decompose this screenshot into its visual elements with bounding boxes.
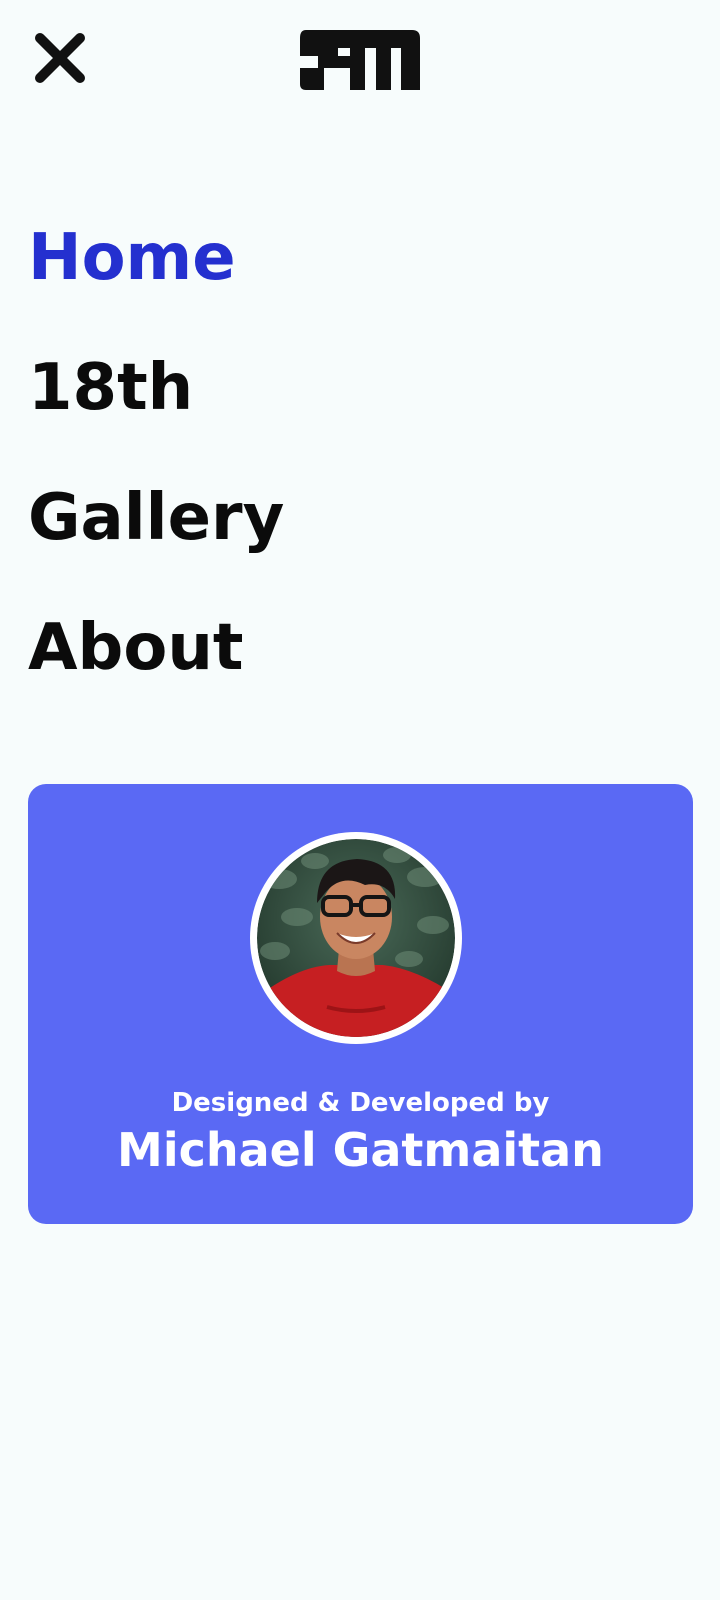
nav-link-home[interactable]: Home [28, 216, 236, 300]
credit-caption: Designed & Developed by [171, 1088, 550, 1118]
nav-item-gallery: Gallery [28, 476, 284, 606]
main-nav: Home 18th Gallery About [28, 216, 284, 736]
gm-logo[interactable] [298, 28, 422, 92]
nav-link-gallery[interactable]: Gallery [28, 476, 284, 560]
nav-link-about[interactable]: About [28, 606, 243, 690]
credit-card: Designed & Developed by Michael Gatmaita… [28, 784, 693, 1224]
developer-name: Michael Gatmaitan [117, 1123, 604, 1177]
top-bar [0, 0, 720, 130]
close-menu-button[interactable] [28, 26, 92, 90]
developer-photo [257, 839, 455, 1037]
close-icon [35, 33, 85, 83]
nav-item-about: About [28, 606, 284, 736]
avatar [250, 832, 462, 1044]
nav-item-18th: 18th [28, 346, 284, 476]
nav-link-18th[interactable]: 18th [28, 346, 193, 430]
nav-item-home: Home [28, 216, 284, 346]
